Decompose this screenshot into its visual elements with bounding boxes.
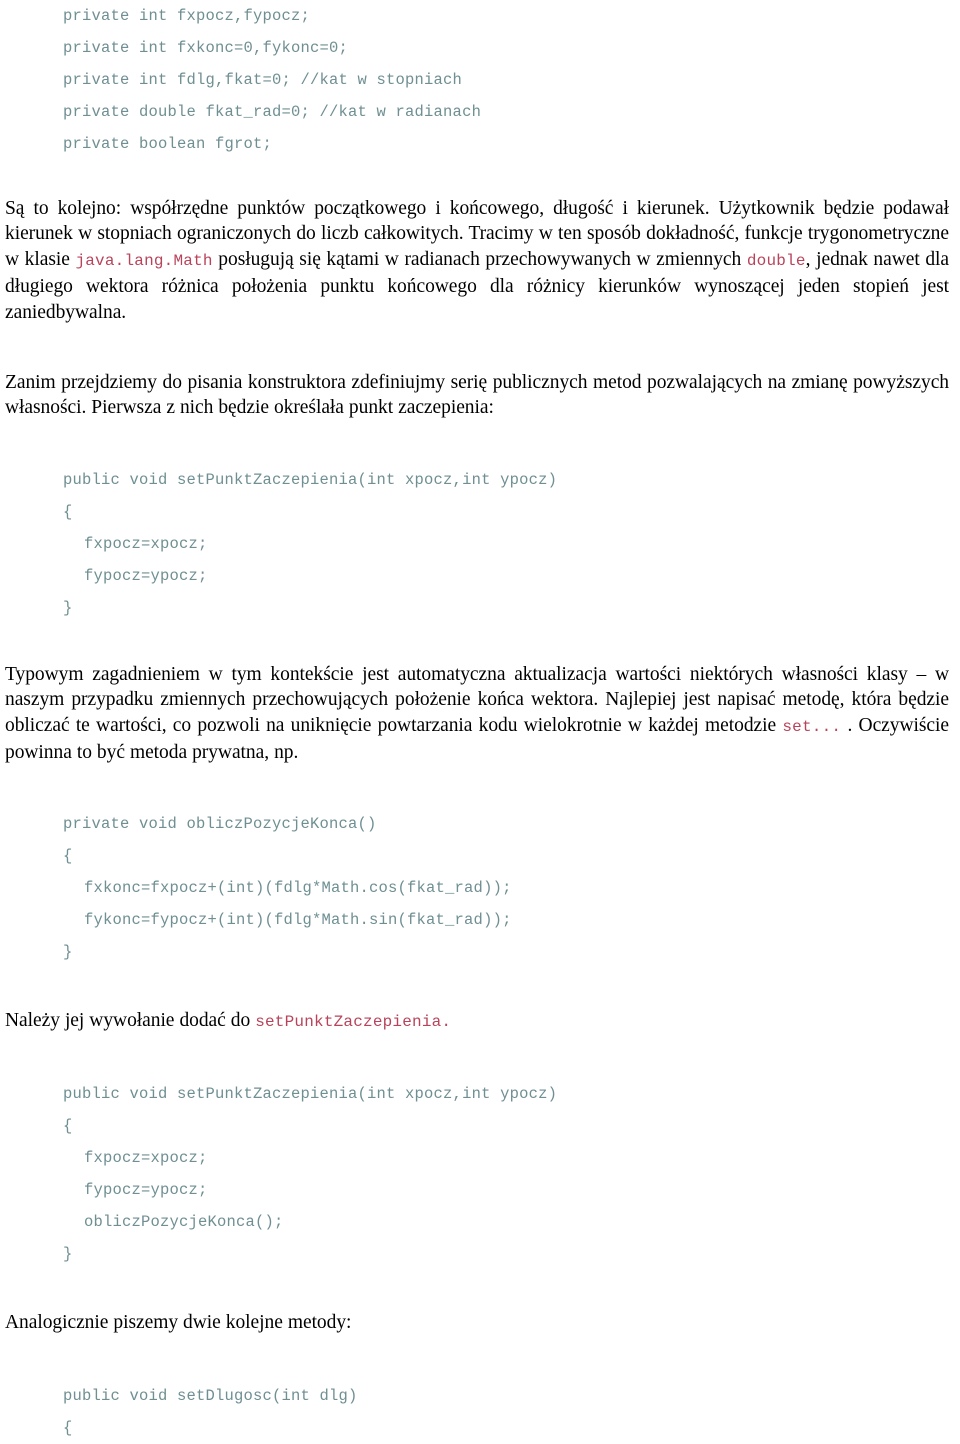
paragraph-intro-setters: Zanim przejdziemy do pisania konstruktor… bbox=[5, 370, 949, 421]
code-block-setdlugosc-partial: public void setDlugosc(int dlg) { bbox=[0, 1380, 960, 1444]
code-line: private int fxkonc=0,fykonc=0; bbox=[63, 39, 349, 57]
code-line: fxpocz=xpocz; bbox=[84, 535, 208, 553]
code-line: } bbox=[63, 1245, 73, 1263]
code-line: private int fdlg,fkat=0; //kat w stopnia… bbox=[63, 71, 463, 89]
paragraph-next-methods-note: Analogicznie piszemy dwie kolejne metody… bbox=[5, 1310, 949, 1335]
inline-code: java.lang.Math bbox=[75, 251, 213, 270]
paragraph-explanation-fields: Są to kolejno: współrzędne punktów począ… bbox=[5, 196, 949, 325]
code-line: private double fkat_rad=0; //kat w radia… bbox=[63, 103, 482, 121]
inline-code: double bbox=[746, 251, 806, 270]
paragraph-text-run: Analogicznie piszemy dwie kolejne metody… bbox=[5, 1312, 352, 1333]
code-line: public void setDlugosc(int dlg) bbox=[63, 1387, 358, 1405]
code-line: public void setPunktZaczepienia(int xpoc… bbox=[63, 471, 558, 489]
code-line: obliczPozycjeKonca(); bbox=[84, 1213, 284, 1231]
code-line: { bbox=[63, 1419, 73, 1437]
code-line: private int fxpocz,fypocz; bbox=[63, 7, 311, 25]
code-block-setpunktzaczepienia-with-call: public void setPunktZaczepienia(int xpoc… bbox=[0, 1078, 960, 1270]
code-block-field-declarations: private int fxpocz,fypocz; private int fx… bbox=[0, 0, 960, 160]
code-line: fxpocz=xpocz; bbox=[84, 1149, 208, 1167]
inline-code: set... bbox=[782, 717, 842, 736]
document-page: private int fxpocz,fypocz; private int fx… bbox=[0, 0, 960, 1442]
code-line: public void setPunktZaczepienia(int xpoc… bbox=[63, 1085, 558, 1103]
paragraph-call-note: Należy jej wywołanie dodać do setPunktZa… bbox=[5, 1008, 949, 1035]
paragraph-explanation-auto-update: Typowym zagadnieniem w tym kontekście je… bbox=[5, 662, 949, 766]
code-line: fypocz=ypocz; bbox=[84, 1181, 208, 1199]
code-line: fypocz=ypocz; bbox=[84, 567, 208, 585]
paragraph-text-run: Należy jej wywołanie dodać do bbox=[5, 1010, 256, 1031]
code-line: { bbox=[63, 503, 73, 521]
code-line: fxkonc=fxpocz+(int)(fdlg*Math.cos(fkat_r… bbox=[84, 879, 512, 897]
code-line: { bbox=[63, 847, 73, 865]
code-line: fykonc=fypocz+(int)(fdlg*Math.sin(fkat_r… bbox=[84, 911, 512, 929]
code-line: } bbox=[63, 943, 73, 961]
code-block-setpunktzaczepienia-simple: public void setPunktZaczepienia(int xpoc… bbox=[0, 464, 960, 624]
code-line: { bbox=[63, 1117, 73, 1135]
code-line: } bbox=[63, 599, 73, 617]
code-line: private boolean fgrot; bbox=[63, 135, 273, 153]
paragraph-text-run: posługują się kątami w radianach przecho… bbox=[212, 248, 747, 270]
inline-code: setPunktZaczepienia. bbox=[255, 1013, 452, 1031]
paragraph-text-run: Zanim przejdziemy do pisania konstruktor… bbox=[5, 372, 949, 419]
code-line: private void obliczPozycjeKonca() bbox=[63, 815, 377, 833]
code-block-obliczpozycjekonca: private void obliczPozycjeKonca() { fxkonc… bbox=[0, 808, 960, 968]
